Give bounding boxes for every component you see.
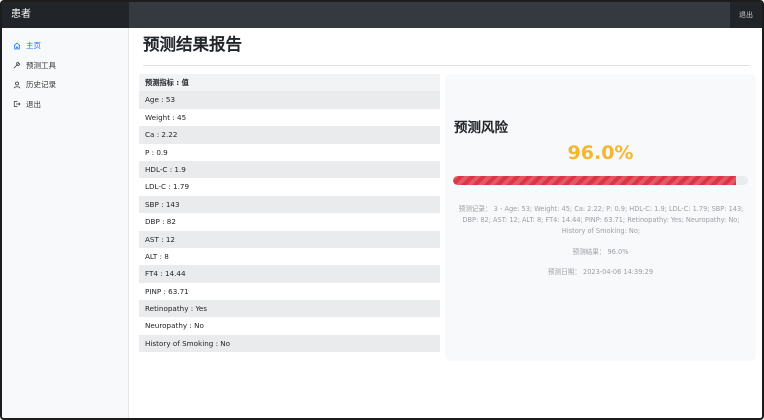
person-icon bbox=[11, 80, 22, 90]
prediction-record-text: 预测记录： 3 - Age: 53; Weight: 45; Ca: 2.22;… bbox=[458, 205, 744, 235]
page-title: 预测结果报告 bbox=[143, 35, 242, 54]
prediction-outcome-text: 预测结果： 96.0% bbox=[572, 248, 629, 256]
navbar-signout-link[interactable]: 退出 bbox=[730, 2, 762, 28]
table-row: ALT : 8 bbox=[145, 251, 169, 261]
risk-title: 预测风险 bbox=[454, 120, 508, 136]
wrench-icon bbox=[11, 60, 22, 70]
risk-progress-track bbox=[453, 176, 748, 185]
sidebar-item-label: 预测工具 bbox=[26, 60, 56, 70]
risk-progress-bar bbox=[453, 176, 737, 185]
table-row: Neuropathy : No bbox=[145, 321, 204, 331]
sidebar-item-prediction-tool[interactable]: 预测工具 bbox=[2, 56, 128, 76]
table-row: Retinopathy : Yes bbox=[139, 300, 440, 318]
app-window: 患者 退出 主页 预测工具 历史记录 退出 预测结果报告 预测指标: 值 Ag… bbox=[0, 0, 764, 420]
table-row: Age : 53 bbox=[139, 91, 440, 109]
table-row: HDL-C : 1.9 bbox=[139, 160, 440, 179]
sidebar-item-label: 主页 bbox=[26, 41, 41, 51]
sidebar-item-home[interactable]: 主页 bbox=[2, 36, 128, 56]
table-row: P : 0.9 bbox=[145, 147, 168, 157]
title-divider bbox=[143, 65, 750, 66]
table-row: FT4 : 14.44 bbox=[139, 265, 440, 283]
navbar-brand[interactable]: 患者 bbox=[2, 2, 129, 28]
risk-result-card: 预测风险 96.0% 预测记录： 3 - Age: 53; Weight: 45… bbox=[445, 74, 756, 361]
sidebar: 主页 预测工具 历史记录 退出 bbox=[2, 28, 129, 418]
risk-percentage: 96.0% bbox=[567, 142, 634, 164]
prediction-date-text: 预测日期： 2023-04-06 14:39:29 bbox=[547, 268, 654, 276]
table-row: LDL-C : 1.79 bbox=[145, 182, 190, 192]
table-header: 预测指标 : 值 bbox=[139, 74, 440, 92]
table-row: PINP : 63.71 bbox=[145, 286, 189, 296]
sidebar-item-label: 历史记录 bbox=[26, 80, 56, 90]
sidebar-item-label: 退出 bbox=[26, 99, 41, 109]
main-content: 预测结果报告 bbox=[143, 32, 751, 66]
table-row: DBP : 82 bbox=[145, 217, 176, 227]
sidebar-item-logout[interactable]: 退出 bbox=[2, 95, 128, 115]
table-row: Ca : 2.22 bbox=[139, 126, 440, 144]
table-row: SBP : 143 bbox=[139, 195, 440, 214]
table-row: History of Smoking : No bbox=[139, 334, 440, 353]
table-row: AST : 12 bbox=[139, 230, 440, 248]
indicator-table: 预测指标 : 值 Age : 53 Weight : 45 Ca : 2.22 … bbox=[139, 74, 440, 353]
home-icon bbox=[11, 41, 22, 51]
box-arrow-right-icon bbox=[11, 99, 22, 109]
table-row: Weight : 45 bbox=[145, 112, 187, 122]
top-navbar: 患者 退出 bbox=[2, 2, 762, 28]
sidebar-item-history[interactable]: 历史记录 bbox=[2, 75, 128, 95]
